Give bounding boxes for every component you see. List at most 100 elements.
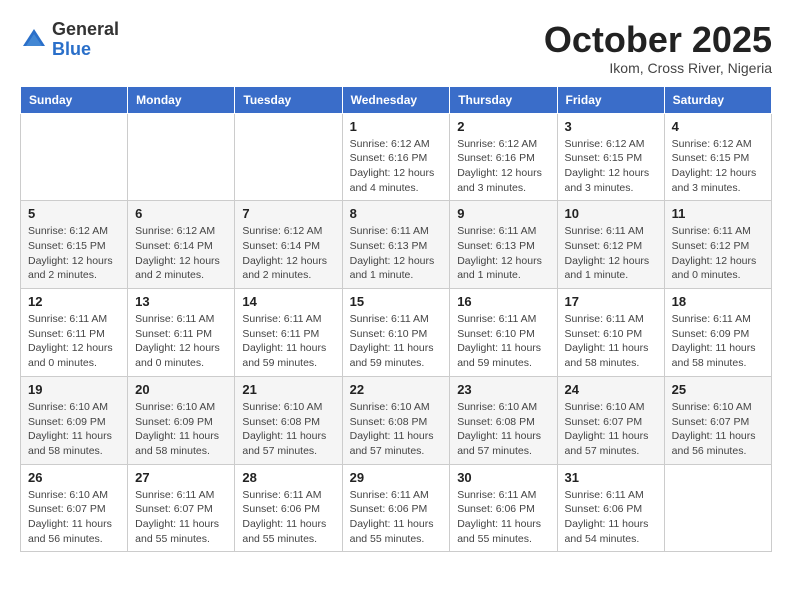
day-info: Sunrise: 6:12 AMSunset: 6:14 PMDaylight:… xyxy=(135,224,227,283)
day-info: Sunrise: 6:10 AMSunset: 6:08 PMDaylight:… xyxy=(457,400,549,459)
calendar-empty-cell xyxy=(21,113,128,201)
calendar-day-cell: 4 Sunrise: 6:12 AMSunset: 6:15 PMDaylight… xyxy=(664,113,771,201)
calendar-day-cell: 9 Sunrise: 6:11 AMSunset: 6:13 PMDaylight… xyxy=(450,201,557,289)
calendar-day-cell: 15Sunrise: 6:11 AMSunset: 6:10 PMDayligh… xyxy=(342,289,450,377)
day-info: Sunrise: 6:10 AMSunset: 6:08 PMDaylight:… xyxy=(350,400,443,459)
calendar-week-row: 12 Sunrise: 6:11 AMSunset: 6:11 PMDayligh… xyxy=(21,289,772,377)
day-info: Sunrise: 6:11 AMSunset: 6:06 PMDaylight:… xyxy=(242,488,334,547)
calendar-day-cell: 29 Sunrise: 6:11 AMSunset: 6:06 PMDayligh… xyxy=(342,464,450,552)
calendar-day-cell: 27Sunrise: 6:11 AMSunset: 6:07 PMDayligh… xyxy=(128,464,235,552)
day-number: 30 xyxy=(457,470,549,485)
day-number: 9 xyxy=(457,206,549,221)
calendar-day-cell: 26 Sunrise: 6:10 AMSunset: 6:07 PMDayligh… xyxy=(21,464,128,552)
weekday-header-saturday: Saturday xyxy=(664,86,771,113)
logo-general-text: General xyxy=(52,19,119,39)
day-info: Sunrise: 6:11 AMSunset: 6:12 PMDaylight:… xyxy=(672,224,764,283)
day-info: Sunrise: 6:11 AMSunset: 6:06 PMDaylight:… xyxy=(565,488,657,547)
weekday-header-sunday: Sunday xyxy=(21,86,128,113)
day-info: Sunrise: 6:11 AMSunset: 6:09 PMDaylight:… xyxy=(672,312,764,371)
calendar-empty-cell xyxy=(128,113,235,201)
weekday-header-tuesday: Tuesday xyxy=(235,86,342,113)
day-number: 19 xyxy=(28,382,120,397)
day-number: 10 xyxy=(565,206,657,221)
calendar-table: SundayMondayTuesdayWednesdayThursdayFrid… xyxy=(20,86,772,553)
calendar-day-cell: 13 Sunrise: 6:11 AMSunset: 6:11 PMDayligh… xyxy=(128,289,235,377)
day-info: Sunrise: 6:10 AMSunset: 6:07 PMDaylight:… xyxy=(565,400,657,459)
calendar-day-cell: 7 Sunrise: 6:12 AMSunset: 6:14 PMDaylight… xyxy=(235,201,342,289)
day-info: Sunrise: 6:12 AMSunset: 6:15 PMDaylight:… xyxy=(28,224,120,283)
calendar-day-cell: 24 Sunrise: 6:10 AMSunset: 6:07 PMDayligh… xyxy=(557,376,664,464)
day-info: Sunrise: 6:11 AMSunset: 6:10 PMDaylight:… xyxy=(457,312,549,371)
calendar-week-row: 5 Sunrise: 6:12 AMSunset: 6:15 PMDaylight… xyxy=(21,201,772,289)
logo-icon xyxy=(20,26,48,54)
day-info: Sunrise: 6:11 AMSunset: 6:13 PMDaylight:… xyxy=(350,224,443,283)
calendar-week-row: 1 Sunrise: 6:12 AMSunset: 6:16 PMDaylight… xyxy=(21,113,772,201)
calendar-day-cell: 18Sunrise: 6:11 AMSunset: 6:09 PMDayligh… xyxy=(664,289,771,377)
location-subtitle: Ikom, Cross River, Nigeria xyxy=(544,60,772,76)
logo: General Blue xyxy=(20,20,119,60)
day-number: 31 xyxy=(565,470,657,485)
calendar-day-cell: 6 Sunrise: 6:12 AMSunset: 6:14 PMDaylight… xyxy=(128,201,235,289)
weekday-header-monday: Monday xyxy=(128,86,235,113)
calendar-day-cell: 19Sunrise: 6:10 AMSunset: 6:09 PMDayligh… xyxy=(21,376,128,464)
day-number: 23 xyxy=(457,382,549,397)
calendar-day-cell: 30 Sunrise: 6:11 AMSunset: 6:06 PMDayligh… xyxy=(450,464,557,552)
day-number: 21 xyxy=(242,382,334,397)
day-info: Sunrise: 6:11 AMSunset: 6:12 PMDaylight:… xyxy=(565,224,657,283)
day-info: Sunrise: 6:11 AMSunset: 6:11 PMDaylight:… xyxy=(242,312,334,371)
calendar-day-cell: 11 Sunrise: 6:11 AMSunset: 6:12 PMDayligh… xyxy=(664,201,771,289)
weekday-header-row: SundayMondayTuesdayWednesdayThursdayFrid… xyxy=(21,86,772,113)
day-number: 1 xyxy=(350,119,443,134)
calendar-day-cell: 22 Sunrise: 6:10 AMSunset: 6:08 PMDayligh… xyxy=(342,376,450,464)
day-number: 22 xyxy=(350,382,443,397)
calendar-day-cell: 23 Sunrise: 6:10 AMSunset: 6:08 PMDayligh… xyxy=(450,376,557,464)
day-number: 16 xyxy=(457,294,549,309)
day-number: 11 xyxy=(672,206,764,221)
weekday-header-wednesday: Wednesday xyxy=(342,86,450,113)
day-info: Sunrise: 6:11 AMSunset: 6:06 PMDaylight:… xyxy=(457,488,549,547)
calendar-day-cell: 8Sunrise: 6:11 AMSunset: 6:13 PMDaylight… xyxy=(342,201,450,289)
day-number: 6 xyxy=(135,206,227,221)
day-number: 12 xyxy=(28,294,120,309)
day-number: 24 xyxy=(565,382,657,397)
page-header: General Blue October 2025 Ikom, Cross Ri… xyxy=(20,20,772,76)
day-info: Sunrise: 6:10 AMSunset: 6:09 PMDaylight:… xyxy=(135,400,227,459)
day-info: Sunrise: 6:12 AMSunset: 6:16 PMDaylight:… xyxy=(457,137,549,196)
day-info: Sunrise: 6:11 AMSunset: 6:07 PMDaylight:… xyxy=(135,488,227,547)
day-number: 2 xyxy=(457,119,549,134)
calendar-day-cell: 28 Sunrise: 6:11 AMSunset: 6:06 PMDayligh… xyxy=(235,464,342,552)
day-info: Sunrise: 6:10 AMSunset: 6:07 PMDaylight:… xyxy=(672,400,764,459)
calendar-day-cell: 16 Sunrise: 6:11 AMSunset: 6:10 PMDayligh… xyxy=(450,289,557,377)
calendar-day-cell: 31 Sunrise: 6:11 AMSunset: 6:06 PMDayligh… xyxy=(557,464,664,552)
calendar-day-cell: 5 Sunrise: 6:12 AMSunset: 6:15 PMDaylight… xyxy=(21,201,128,289)
day-info: Sunrise: 6:11 AMSunset: 6:11 PMDaylight:… xyxy=(135,312,227,371)
month-title: October 2025 xyxy=(544,20,772,60)
calendar-day-cell: 14 Sunrise: 6:11 AMSunset: 6:11 PMDayligh… xyxy=(235,289,342,377)
calendar-day-cell: 2 Sunrise: 6:12 AMSunset: 6:16 PMDaylight… xyxy=(450,113,557,201)
day-number: 26 xyxy=(28,470,120,485)
day-info: Sunrise: 6:12 AMSunset: 6:14 PMDaylight:… xyxy=(242,224,334,283)
calendar-week-row: 19 Sunrise: 6:10 AMSunset: 6:09 PMDayligh… xyxy=(21,376,772,464)
calendar-day-cell: 3 Sunrise: 6:12 AMSunset: 6:15 PMDaylight… xyxy=(557,113,664,201)
day-number: 25 xyxy=(672,382,764,397)
day-number: 14 xyxy=(242,294,334,309)
day-number: 3 xyxy=(565,119,657,134)
title-area: October 2025 Ikom, Cross River, Nigeria xyxy=(544,20,772,76)
weekday-header-thursday: Thursday xyxy=(450,86,557,113)
day-info: Sunrise: 6:11 AMSunset: 6:10 PMDaylight:… xyxy=(565,312,657,371)
day-info: Sunrise: 6:10 AMSunset: 6:08 PMDaylight:… xyxy=(242,400,334,459)
day-number: 28 xyxy=(242,470,334,485)
logo-blue-text: Blue xyxy=(52,39,91,59)
day-info: Sunrise: 6:12 AMSunset: 6:15 PMDaylight:… xyxy=(672,137,764,196)
day-number: 4 xyxy=(672,119,764,134)
day-number: 5 xyxy=(28,206,120,221)
day-info: Sunrise: 6:12 AMSunset: 6:15 PMDaylight:… xyxy=(565,137,657,196)
day-info: Sunrise: 6:11 AMSunset: 6:06 PMDaylight:… xyxy=(350,488,443,547)
day-info: Sunrise: 6:10 AMSunset: 6:07 PMDaylight:… xyxy=(28,488,120,547)
day-info: Sunrise: 6:11 AMSunset: 6:13 PMDaylight:… xyxy=(457,224,549,283)
day-number: 7 xyxy=(242,206,334,221)
day-number: 20 xyxy=(135,382,227,397)
calendar-day-cell: 20 Sunrise: 6:10 AMSunset: 6:09 PMDayligh… xyxy=(128,376,235,464)
day-number: 13 xyxy=(135,294,227,309)
day-number: 29 xyxy=(350,470,443,485)
